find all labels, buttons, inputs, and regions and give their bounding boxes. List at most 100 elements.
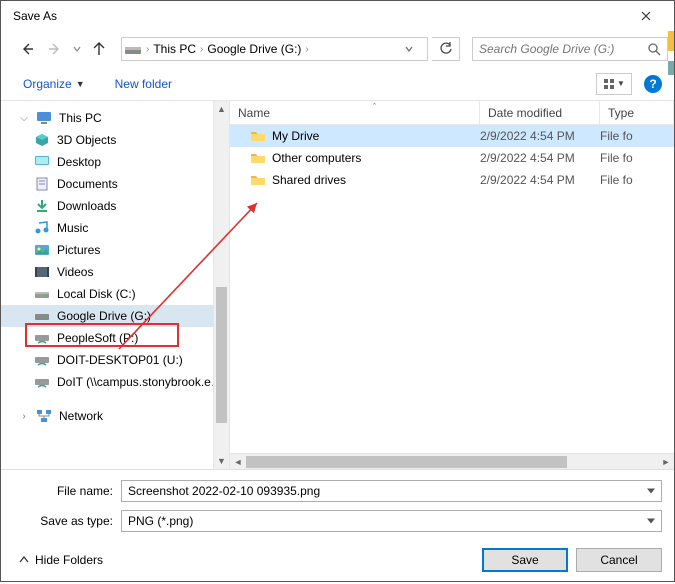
docs-icon [33,176,51,192]
arrow-left-icon [20,42,34,56]
refresh-icon [439,42,453,56]
folder-icon [250,173,266,187]
gdrive-icon [33,308,51,324]
tree-item[interactable]: Pictures [1,239,229,261]
tree-item-label: Google Drive (G:) [57,309,151,323]
file-row[interactable]: My Drive2/9/2022 4:54 PMFile fo [230,125,674,147]
tree-item-label: This PC [59,111,102,125]
tree-item-label: Downloads [57,199,116,213]
tree-item[interactable]: 3D Objects [1,129,229,151]
toolbar: Organize▼ New folder ▼ ? [1,67,674,101]
disk-icon [33,286,51,302]
column-type[interactable]: Type [600,101,674,124]
tree-item[interactable]: Music [1,217,229,239]
scroll-thumb[interactable] [216,287,227,423]
file-date: 2/9/2022 4:54 PM [480,151,600,165]
save-button[interactable]: Save [482,548,568,572]
filename-field[interactable] [121,480,662,502]
chevron-up-icon [19,555,29,565]
dialog-footer: Hide Folders Save Cancel [1,540,674,584]
tree-item[interactable]: PeopleSoft (P:) [1,327,229,349]
tree-item-label: DoIT (\\campus.stonybrook.edu... [57,375,229,389]
horizontal-scrollbar[interactable]: ◄ ► [230,453,674,469]
close-button[interactable] [626,1,666,31]
search-box[interactable] [472,37,668,61]
music-icon [33,220,51,236]
file-date: 2/9/2022 4:54 PM [480,173,600,187]
folder-icon [250,151,266,165]
tree-item-label: Music [57,221,88,235]
up-button[interactable] [87,37,111,61]
pc-icon [35,110,53,126]
scroll-right-arrow[interactable]: ► [658,457,674,467]
hscroll-thumb[interactable] [246,456,567,468]
file-name: My Drive [272,129,319,143]
tree-scrollbar[interactable]: ▲ ▼ [213,101,229,469]
refresh-button[interactable] [432,37,460,61]
tree-item-label: Desktop [57,155,101,169]
network-icon [35,408,53,424]
tree-item-label: DOIT-DESKTOP01 (U:) [57,353,183,367]
tree-item[interactable]: Desktop [1,151,229,173]
scroll-down-arrow[interactable]: ▼ [214,453,229,469]
tree-item[interactable]: DOIT-DESKTOP01 (U:) [1,349,229,371]
view-options-button[interactable]: ▼ [596,73,632,95]
file-row[interactable]: Shared drives2/9/2022 4:54 PMFile fo [230,169,674,191]
help-button[interactable]: ? [644,75,662,93]
tree-item-label: Network [59,409,103,423]
breadcrumb-separator: › [146,44,149,55]
saveas-type-field[interactable]: PNG (*.png) [121,510,662,532]
cancel-button[interactable]: Cancel [576,548,662,572]
chevron-down-icon [73,45,81,53]
saveas-type-label: Save as type: [13,514,121,528]
save-fields: File name: Save as type: PNG (*.png) [1,469,674,532]
video-icon [33,264,51,280]
tree-item[interactable]: Downloads [1,195,229,217]
netdrive-icon [33,352,51,368]
arrow-up-icon [92,42,106,56]
tree-item[interactable]: Videos [1,261,229,283]
address-bar[interactable]: › This PC› Google Drive (G:)› [121,37,428,61]
desktop-icon [33,154,51,170]
column-headers: Nameˆ Date modified Type [230,101,674,125]
arrow-right-icon [48,42,62,56]
forward-button[interactable] [43,37,67,61]
file-row[interactable]: Other computers2/9/2022 4:54 PMFile fo [230,147,674,169]
address-dropdown[interactable] [405,45,425,53]
tree-item[interactable]: Local Disk (C:) [1,283,229,305]
hide-folders-toggle[interactable]: Hide Folders [19,553,103,567]
file-name: Shared drives [272,173,346,187]
filename-input[interactable] [128,484,655,498]
tree-item-label: Pictures [57,243,100,257]
column-date[interactable]: Date modified [480,101,600,124]
breadcrumb-this-pc[interactable]: This PC› [153,42,203,56]
search-input[interactable] [479,42,648,56]
artifact [668,61,674,75]
new-folder-button[interactable]: New folder [111,73,176,95]
folder-icon [250,129,266,143]
file-name: Other computers [272,151,361,165]
tree-item[interactable]: ⌵This PC [1,107,229,129]
back-button[interactable] [15,37,39,61]
breadcrumb-google-drive[interactable]: Google Drive (G:)› [207,42,308,56]
folder-tree: ⌵This PC 3D Objects Desktop Documents Downlo… [1,101,229,469]
file-list-pane: Nameˆ Date modified Type My Drive2/9/202… [230,101,674,469]
tree-item[interactable]: Google Drive (G:) [1,305,229,327]
tree-item-label: 3D Objects [57,133,116,147]
saveas-type-value: PNG (*.png) [128,514,193,528]
scroll-left-arrow[interactable]: ◄ [230,457,246,467]
organize-menu[interactable]: Organize▼ [19,73,89,95]
column-name[interactable]: Nameˆ [230,101,480,124]
tree-item-label: PeopleSoft (P:) [57,331,138,345]
tree-item-label: Local Disk (C:) [57,287,136,301]
close-icon [641,11,651,21]
scroll-up-arrow[interactable]: ▲ [214,101,229,117]
tree-item-label: Documents [57,177,118,191]
chevron-down-icon [405,45,413,53]
recent-locations-dropdown[interactable] [71,45,83,53]
down-icon [33,198,51,214]
tree-item[interactable]: ›Network [1,405,229,427]
tree-item[interactable]: Documents [1,173,229,195]
netdrive-icon [33,374,51,390]
tree-item[interactable]: DoIT (\\campus.stonybrook.edu... [1,371,229,393]
